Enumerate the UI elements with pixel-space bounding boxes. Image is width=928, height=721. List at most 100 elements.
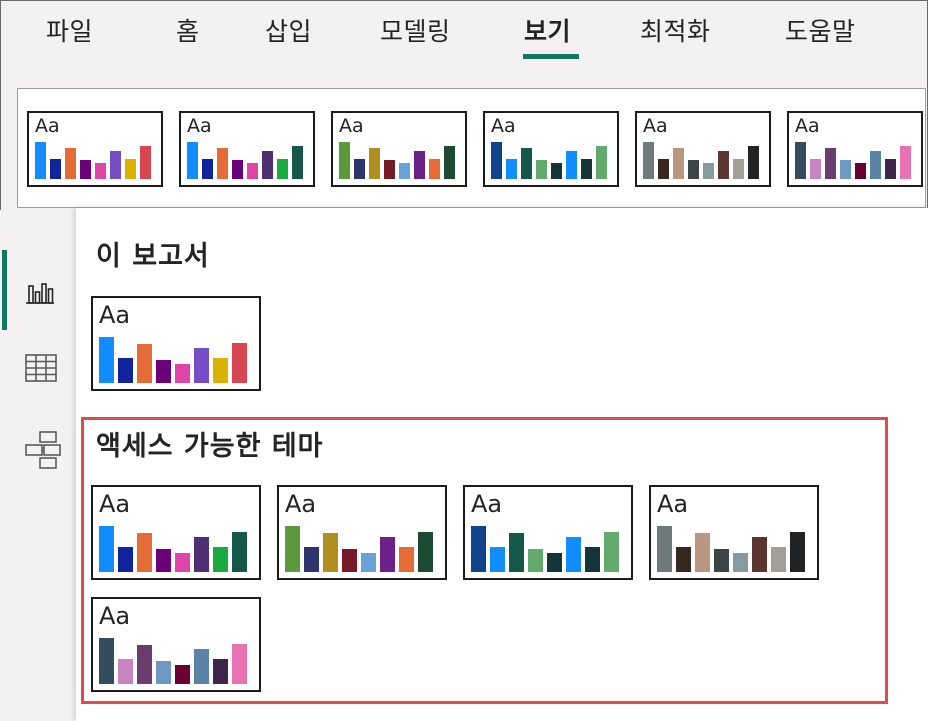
model-view-icon[interactable] <box>24 430 62 474</box>
theme-color-bar <box>202 159 213 179</box>
theme-color-bar <box>752 537 767 572</box>
theme-color-bar <box>825 148 836 179</box>
theme-color-bar <box>99 638 114 684</box>
theme-color-bar <box>50 159 61 179</box>
tab-file[interactable]: 파일 <box>46 12 93 48</box>
theme-color-bar <box>840 160 851 179</box>
gallery-theme-2[interactable]: Aa <box>179 111 315 187</box>
theme-color-bar <box>118 659 133 684</box>
gallery-theme-6[interactable]: Aa <box>787 111 923 187</box>
theme-swatch-bars <box>795 142 911 179</box>
theme-color-bar <box>399 163 410 179</box>
accessible-theme-2[interactable]: Aa <box>277 485 447 580</box>
theme-color-bar <box>175 553 190 572</box>
theme-color-bar <box>339 142 350 179</box>
theme-color-bar <box>175 364 190 383</box>
theme-color-bar <box>213 659 228 684</box>
theme-color-bar <box>581 159 592 179</box>
theme-color-bar <box>99 337 114 383</box>
theme-color-bar <box>99 526 114 572</box>
theme-swatch-bars <box>35 142 151 179</box>
theme-sample-text: Aa <box>99 301 131 329</box>
theme-color-bar <box>247 163 258 179</box>
theme-color-bar <box>695 533 710 572</box>
report-view-icon[interactable] <box>24 276 56 310</box>
report-theme[interactable]: Aa <box>91 296 261 391</box>
theme-color-bar <box>429 159 440 179</box>
theme-color-bar <box>604 532 619 572</box>
theme-color-bar <box>795 142 806 179</box>
theme-color-bar <box>232 644 247 684</box>
theme-color-bar <box>643 142 654 179</box>
theme-color-bar <box>80 160 91 179</box>
tab-modeling[interactable]: 모델링 <box>380 12 451 48</box>
theme-color-bar <box>361 553 376 572</box>
theme-color-bar <box>399 547 414 572</box>
theme-color-bar <box>414 151 425 179</box>
theme-color-bar <box>156 661 171 684</box>
theme-color-bar <box>490 547 505 572</box>
tab-view[interactable]: 보기 <box>524 12 571 48</box>
theme-sample-text: Aa <box>491 115 516 137</box>
theme-color-bar <box>213 358 228 383</box>
gallery-theme-5[interactable]: Aa <box>635 111 771 187</box>
theme-color-bar <box>65 148 76 179</box>
theme-sample-text: Aa <box>339 115 364 137</box>
theme-color-bar <box>285 526 300 572</box>
theme-color-bar <box>471 526 486 572</box>
theme-color-bar <box>491 142 502 179</box>
theme-color-bar <box>733 159 744 179</box>
active-view-indicator <box>2 250 7 330</box>
gallery-theme-1[interactable]: Aa <box>27 111 163 187</box>
theme-swatch-bars <box>643 142 759 179</box>
theme-color-bar <box>418 532 433 572</box>
table-view-icon[interactable] <box>24 353 58 387</box>
theme-color-bar <box>95 163 106 179</box>
theme-sample-text: Aa <box>471 490 503 518</box>
theme-color-bar <box>213 547 228 572</box>
tab-optimize[interactable]: 최적화 <box>640 12 711 48</box>
theme-color-bar <box>444 146 455 179</box>
section-title-accessible-themes: 액세스 가능한 테마 <box>96 431 324 462</box>
theme-color-bar <box>566 537 581 572</box>
theme-color-bar <box>156 549 171 572</box>
theme-color-bar <box>194 649 209 684</box>
theme-color-bar <box>509 533 524 572</box>
theme-color-bar <box>658 159 669 179</box>
theme-color-bar <box>342 549 357 572</box>
theme-color-bar <box>585 547 600 572</box>
accessible-theme-3[interactable]: Aa <box>463 485 633 580</box>
gallery-theme-4[interactable]: Aa <box>483 111 619 187</box>
theme-color-bar <box>323 533 338 572</box>
theme-color-bar <box>354 159 365 179</box>
accessible-theme-4[interactable]: Aa <box>649 485 819 580</box>
theme-sample-text: Aa <box>99 602 131 630</box>
theme-sample-text: Aa <box>285 490 317 518</box>
theme-color-bar <box>673 148 684 179</box>
theme-color-bar <box>118 358 133 383</box>
theme-color-bar <box>384 160 395 179</box>
theme-swatch-bars <box>187 142 303 179</box>
themes-dropdown-panel: 이 보고서 Aa 액세스 가능한 테마 Aa Aa Aa Aa Aa <box>76 208 928 721</box>
tab-help[interactable]: 도움말 <box>785 12 856 48</box>
tab-insert[interactable]: 삽입 <box>265 12 312 48</box>
gallery-theme-3[interactable]: Aa <box>331 111 467 187</box>
theme-color-bar <box>194 537 209 572</box>
tab-home[interactable]: 홈 <box>176 12 200 48</box>
theme-color-bar <box>748 146 759 179</box>
theme-color-bar <box>771 547 786 572</box>
theme-color-bar <box>110 151 121 179</box>
theme-color-bar <box>703 163 714 179</box>
theme-sample-text: Aa <box>187 115 212 137</box>
theme-color-bar <box>566 151 577 179</box>
accessible-theme-5[interactable]: Aa <box>91 597 261 692</box>
theme-color-bar <box>885 159 896 179</box>
theme-color-bar <box>714 549 729 572</box>
accessible-theme-1[interactable]: Aa <box>91 485 261 580</box>
theme-color-bar <box>718 151 729 179</box>
theme-swatch-bars <box>99 638 247 684</box>
theme-color-bar <box>551 163 562 179</box>
theme-color-bar <box>521 148 532 179</box>
theme-color-bar <box>194 348 209 383</box>
theme-color-bar <box>536 160 547 179</box>
